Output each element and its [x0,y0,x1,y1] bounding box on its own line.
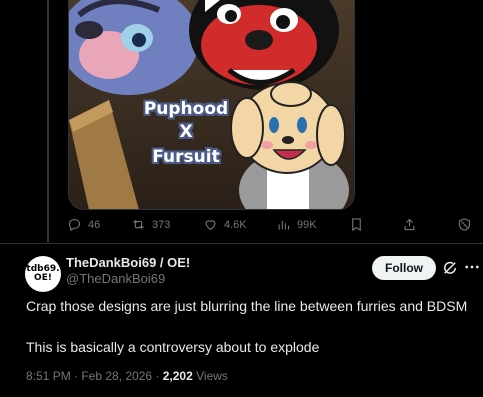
bookmark-action[interactable] [349,217,364,232]
grok-action[interactable] [457,217,472,232]
overlay-caption-line-1: Puphood [143,99,229,119]
like-action[interactable]: 4.6K [203,217,247,232]
follow-button[interactable]: Follow [372,256,436,280]
overlay-caption-line-2: X [179,122,193,142]
share-icon [404,218,415,231]
shield-icon [458,218,471,231]
repost-count: 373 [152,218,171,231]
bookmark-icon [352,218,361,232]
post-divider [0,243,483,244]
repost-icon [133,219,144,230]
post-action-bar: 46 373 4.6K 99K [0,217,483,239]
analytics-icon [278,220,290,230]
reply-icon [68,218,81,232]
post-metadata: 8:51 PM · Feb 28, 2026 · 2,202 Views [26,369,228,383]
repost-action[interactable]: 373 [131,217,170,232]
display-name[interactable]: TheDankBoi69 / OE! [66,255,190,270]
reply-count: 46 [88,218,101,231]
reply-action[interactable]: 46 [67,217,100,232]
grok-icon[interactable] [441,259,459,277]
post-text-line-2: This is basically a controversy about to… [26,339,320,355]
more-icon[interactable] [463,258,481,276]
views-count: 99K [297,218,317,231]
post-timestamp[interactable]: 8:51 PM · Feb 28, 2026 · [26,369,163,383]
heart-icon [205,220,216,231]
overlay-caption-line-3: Fursuit [152,147,220,167]
user-handle[interactable]: @TheDankBoi69 [66,271,165,286]
views-action[interactable]: 99K [276,217,317,232]
play-icon[interactable] [196,0,226,18]
views-label: Views [192,369,228,383]
avatar[interactable]: tdb69. OE! [25,256,61,292]
thread-connector-line [47,0,49,242]
post-text-line-1: Crap those designs are just blurring the… [26,298,468,314]
post-view-count: 2,202 [162,369,193,383]
video-thumbnail[interactable]: Puphood X Fursuit [68,0,355,210]
share-action[interactable] [402,217,417,232]
like-count: 4.6K [224,218,247,231]
avatar-text-line-2: OE! [34,273,52,283]
